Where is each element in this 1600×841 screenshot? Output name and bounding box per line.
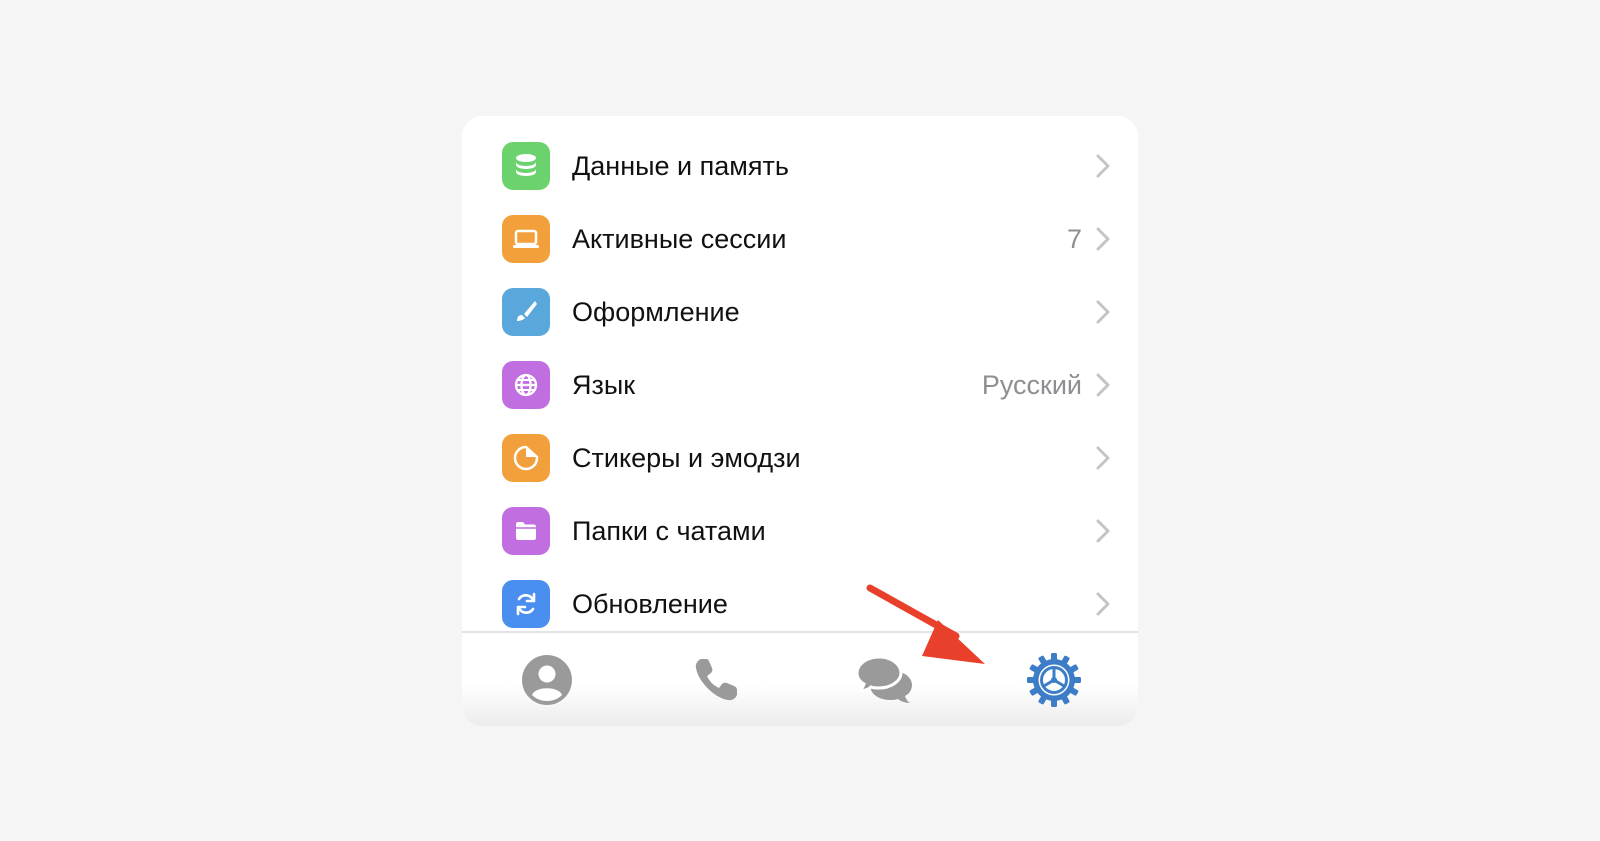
settings-item-label: Активные сессии [572,224,787,254]
sticker-icon [502,434,550,482]
globe-icon [502,361,550,409]
chevron-right-icon [1096,519,1110,543]
chevron-right-icon [1096,446,1110,470]
settings-list: Данные и память Активные сессии 7 Оформл… [462,116,1138,631]
settings-item-active-sessions[interactable]: Активные сессии 7 [462,189,1138,263]
chevron-right-icon [1096,373,1110,397]
settings-item-data-storage[interactable]: Данные и память [462,116,1138,190]
folder-icon [502,507,550,555]
settings-item-label: Язык [572,370,636,400]
person-icon [521,654,572,705]
settings-item-language[interactable]: Язык Русский [462,335,1138,409]
stage: Данные и память Активные сессии 7 Оформл… [0,0,1600,841]
settings-item-label: Данные и память [572,151,789,181]
settings-item-value: Русский [981,370,1082,400]
tab-calls[interactable] [631,633,800,726]
settings-item-label: Обновление [572,589,728,619]
chat-bubbles-icon [854,654,912,703]
settings-item-label: Стикеры и эмодзи [572,443,801,473]
brush-icon [502,288,550,336]
laptop-icon [502,215,550,263]
chevron-right-icon [1096,154,1110,178]
settings-item-value: 7 [1066,224,1082,254]
gear-icon [1026,652,1081,707]
chevron-right-icon [1096,300,1110,324]
phone-icon [695,658,737,700]
settings-item-chat-folders[interactable]: Папки с чатами [462,481,1138,555]
database-icon [502,142,550,190]
chevron-right-icon [1096,592,1110,616]
settings-item-appearance[interactable]: Оформление [462,262,1138,336]
settings-card: Данные и память Активные сессии 7 Оформл… [462,116,1138,726]
tab-settings[interactable] [969,633,1138,726]
tab-chats[interactable] [800,633,969,726]
settings-item-stickers[interactable]: Стикеры и эмодзи [462,408,1138,482]
refresh-icon [502,580,550,628]
tab-bar [462,631,1138,726]
tab-contacts[interactable] [462,633,631,726]
settings-item-label: Папки с чатами [572,516,766,546]
chevron-right-icon [1096,227,1110,251]
settings-item-update[interactable]: Обновление [462,554,1138,628]
settings-item-label: Оформление [572,297,740,327]
